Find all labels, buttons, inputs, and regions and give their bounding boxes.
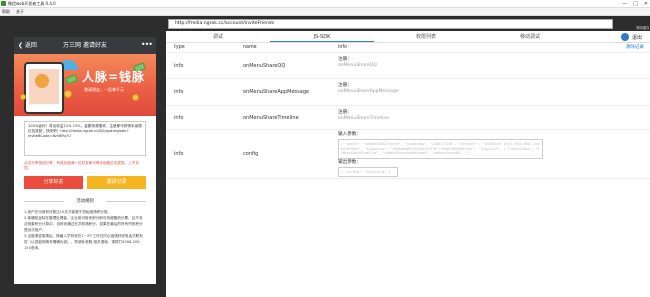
maximize-button[interactable]: □: [633, 0, 638, 8]
invite-record-button[interactable]: 邀请记录: [87, 176, 146, 189]
share-friends-button[interactable]: 分享好友: [24, 176, 83, 189]
app-icon: [1, 1, 6, 6]
header-type: type: [174, 45, 185, 50]
logout-label: 退出: [631, 34, 642, 41]
coin-icon: [20, 94, 26, 100]
table-row: info config 输入参数： { "appId": "wx6b9630e5…: [166, 130, 650, 179]
coin-icon: [64, 90, 72, 98]
header-name: name: [243, 45, 257, 50]
info-value: onMenuShareQQ: [338, 63, 377, 68]
row-info: 注册： onMenuShareAppMessage: [331, 79, 650, 105]
table-row: info onMenuShareQQ 注册： onMenuShareQQ: [166, 53, 650, 79]
row-name: onMenuShareQQ: [243, 62, 286, 69]
phone-illustration-icon: [24, 62, 64, 114]
row-name: config: [243, 151, 259, 157]
tab-debug[interactable]: 调试: [166, 31, 270, 42]
promo-banner: 人脉=钱脉 邀请朋友，一起拿千元: [14, 54, 156, 116]
window-title: 微信web开发者工具 0.4.0: [8, 1, 56, 6]
output-params-code: { "errMsg": "config:ok" }: [338, 166, 398, 177]
action-buttons: 分享好友 邀请记录: [24, 176, 146, 189]
input-params-label: 输入参数：: [338, 132, 361, 137]
row-info: 注册： onMenuShareQQ: [331, 53, 650, 78]
devtools-panel: http://fredia.ngrok.cc/account/inviteFri…: [166, 16, 650, 297]
row-type: info: [174, 62, 184, 69]
info-value: onMenuShareAppMessage: [338, 89, 399, 94]
table-row: info onMenuShareTimeline 注册： onMenuShare…: [166, 106, 650, 130]
logout-button[interactable]: 退出: [620, 33, 642, 41]
phone-header: ❮ 返回 万三网 邀请好友 •••: [14, 37, 156, 54]
close-button[interactable]: ✕: [644, 0, 648, 8]
tab-mobile-debug[interactable]: 移动调试: [478, 31, 582, 42]
rule-item: 3.当邀请奖赏清后，换最人员有效在1~3个工作日内以邀请好成电话式联系您（以您能…: [24, 234, 143, 250]
minimize-button[interactable]: —: [622, 0, 627, 8]
phone-simulator: ❮ 返回 万三网 邀请好友 ••• 人脉=钱脉 邀请朋友，一起拿千元 100%返…: [14, 37, 156, 284]
clear-log-link[interactable]: 清除记录: [626, 43, 644, 53]
tab-permissions[interactable]: 权限列表: [374, 31, 478, 42]
url-input[interactable]: http://fredia.ngrok.cc/account/inviteFri…: [168, 19, 613, 29]
menubar: 帮助 关于: [0, 8, 650, 16]
rules-list: 1.用户在可用积分数达10天才能够于初始邀请积分赏。 2.单通知返除在管理处理者…: [24, 209, 146, 251]
phone-title: 万三网 邀请好友: [63, 42, 107, 49]
window-titlebar: 微信web开发者工具 0.4.0 — □ ✕: [0, 0, 650, 8]
row-name: onMenuShareTimeline: [243, 114, 299, 121]
table-row: info onMenuShareAppMessage 注册： onMenuSha…: [166, 79, 650, 106]
address-bar: http://fredia.ngrok.cc/account/inviteFri…: [166, 16, 650, 31]
banner-subtitle: 邀请朋友，一起拿千元: [84, 87, 124, 92]
invite-notice: 点击分享按钮分享，有成功邀请一位好友即可得手续费红包奖励，上不封顶。: [24, 161, 139, 170]
table-header: type name info 清除记录: [166, 43, 650, 53]
row-type: info: [174, 89, 184, 95]
clear-cache-label: 清除缓存: [636, 26, 650, 30]
info-value: onMenuShareTimeline: [338, 116, 390, 121]
input-params-code: { "appId": "wx6b9630e524fecc6", "timesta…: [338, 139, 543, 159]
row-type: info: [174, 114, 184, 121]
invite-link-textbox[interactable]: 100%返利！将出收益12%-15%，金额来源借来，注册即可获得手续费红包奖励，…: [24, 121, 146, 156]
user-icon: [620, 33, 629, 41]
banner-headline: 人脉=钱脉: [82, 70, 146, 84]
menu-about[interactable]: 关于: [16, 8, 24, 15]
banknote-icon: [65, 74, 78, 85]
coin-icon: [132, 94, 139, 101]
row-type: info: [174, 151, 184, 157]
window-controls: — □ ✕: [622, 0, 648, 8]
output-params-label: 输出参数：: [338, 159, 361, 165]
rules-title: 活动规则: [24, 198, 146, 204]
row-info: 输入参数： { "appId": "wx6b9630e524fecc6", "t…: [331, 130, 650, 178]
rule-item: 2.单通知返除在管理处理者，企业用可用来积分即可持被赠积分累，且不非法现象积分计…: [24, 216, 143, 232]
header-info: info: [338, 45, 347, 50]
devtools-tabs: 调试 JS-SDK 权限列表 移动调试 退出: [166, 31, 650, 43]
row-name: onMenuShareAppMessage: [243, 89, 310, 95]
more-icon[interactable]: •••: [141, 37, 153, 52]
row-info: 注册： onMenuShareTimeline: [331, 106, 650, 129]
tab-js-sdk[interactable]: JS-SDK: [270, 31, 374, 42]
menu-help[interactable]: 帮助: [2, 8, 10, 15]
